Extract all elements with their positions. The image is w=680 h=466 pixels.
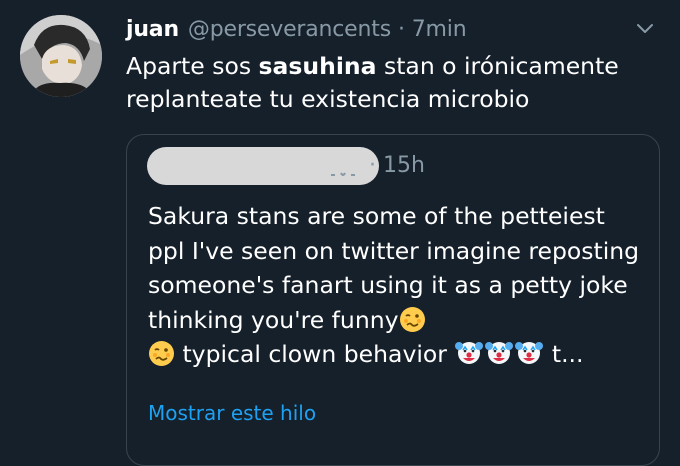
clown-face-emoji <box>454 337 484 367</box>
quoted-timestamp[interactable]: · 15h <box>369 153 425 178</box>
tweet-menu-button[interactable] <box>634 17 656 39</box>
show-thread-link[interactable]: Mostrar este hilo <box>148 401 316 425</box>
woozy-face-emoji <box>399 306 426 333</box>
quoted-text-tail: typical clown behavior <box>175 340 455 368</box>
woozy-face-emoji <box>148 340 175 367</box>
separator-dot: · <box>369 153 376 178</box>
clown-face-emoji <box>514 337 544 367</box>
tweet-header: juan @perseverancents · 7min <box>126 10 660 48</box>
author-name[interactable]: juan <box>126 17 179 42</box>
anime-avatar-icon <box>20 15 102 97</box>
tweet-text-bold: sasuhina <box>258 52 377 80</box>
quoted-text-main: Sakura stans are some of the petteiest p… <box>148 202 640 334</box>
tweet-text: Aparte sos sasuhina stan o irónicamente … <box>126 50 656 116</box>
tweet-text-part1: Aparte sos <box>126 52 259 80</box>
author-handle[interactable]: @perseverancents <box>188 17 391 42</box>
separator-dot: · <box>397 16 405 42</box>
redacted-handle-remnant <box>327 163 365 179</box>
tweet-timestamp[interactable]: 7min <box>412 17 467 42</box>
quoted-tweet[interactable]: · 15h Sakura stans are some of the pette… <box>126 134 660 466</box>
quoted-tweet-text: Sakura stans are some of the petteiest p… <box>148 199 648 372</box>
quoted-text-ellipsis: t... <box>544 340 584 368</box>
avatar[interactable] <box>20 15 102 97</box>
clown-face-emoji <box>484 337 514 367</box>
chevron-down-icon <box>637 24 653 33</box>
quoted-time-value: 15h <box>383 153 425 178</box>
